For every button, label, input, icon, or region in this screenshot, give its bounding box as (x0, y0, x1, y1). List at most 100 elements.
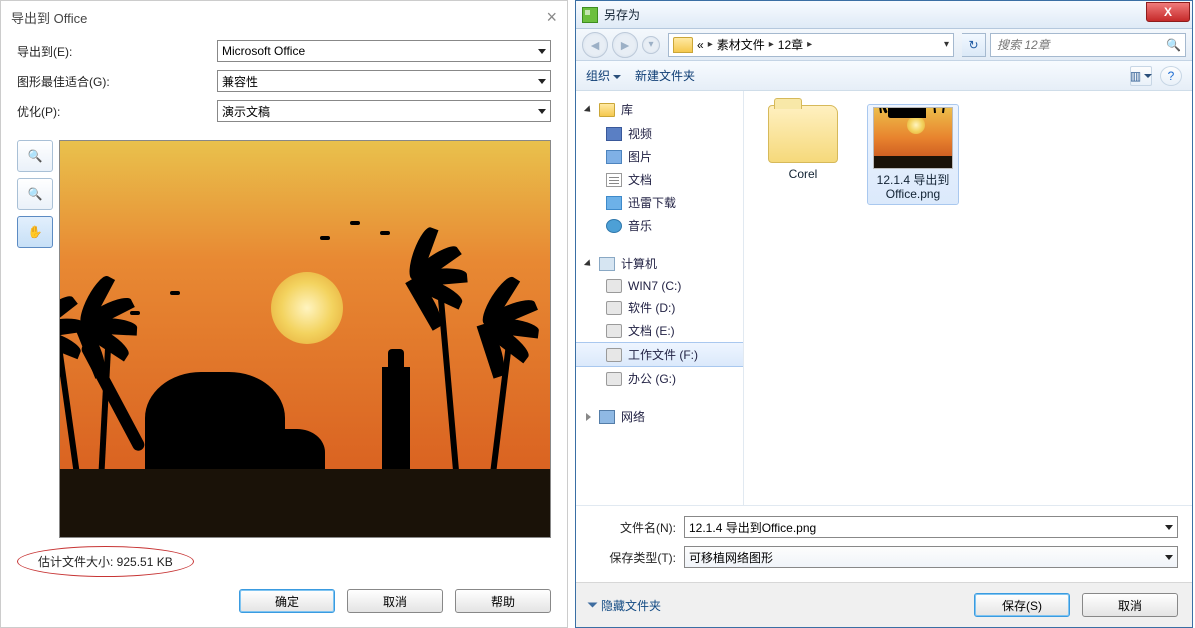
item-label: Corel (789, 167, 818, 181)
help-icon[interactable]: ? (1160, 66, 1182, 86)
label-optimize: 优化(P): (17, 103, 217, 120)
row-filetype: 保存类型(T): 可移植网络图形 (590, 546, 1178, 568)
nav-item-videos[interactable]: 视频 (576, 122, 743, 145)
estimated-size: 估计文件大小: 925.51 KB (17, 546, 194, 577)
search-input[interactable] (995, 37, 1166, 53)
hand-icon: ✋ (28, 225, 43, 239)
nav-item-drive-d[interactable]: 软件 (D:) (576, 296, 743, 319)
filename-value: 12.1.4 导出到Office.png (689, 519, 816, 536)
nav-item-xunlei[interactable]: 迅雷下载 (576, 191, 743, 214)
nav-libraries[interactable]: 库 (576, 97, 743, 122)
nav-pane: 库 视频 图片 文档 迅雷下载 音乐 计算机 WIN7 (C:) 软件 (D:)… (576, 91, 744, 505)
nav-item-drive-e[interactable]: 文档 (E:) (576, 319, 743, 342)
download-icon (606, 196, 622, 210)
hand-tool-button[interactable]: ✋ (17, 216, 53, 248)
nav-history-button[interactable]: ▾ (642, 36, 660, 54)
explorer-toolbar: 组织 新建文件夹 ▥ ? (576, 61, 1192, 91)
zoom-out-button[interactable]: 🔍 (17, 178, 53, 210)
close-icon[interactable]: × (546, 7, 557, 28)
search-box[interactable]: 🔍 (990, 33, 1186, 57)
item-folder-corel[interactable]: Corel (758, 105, 848, 181)
crumb-seg2[interactable]: 12章 (778, 36, 803, 53)
folder-icon (673, 37, 693, 53)
organize-menu[interactable]: 组织 (586, 67, 621, 84)
cancel-button[interactable]: 取消 (347, 589, 443, 613)
drive-icon (606, 279, 622, 293)
chevron-down-icon (538, 49, 546, 54)
ok-button[interactable]: 确定 (239, 589, 335, 613)
hide-folders-toggle[interactable]: 隐藏文件夹 (590, 597, 661, 614)
items-pane[interactable]: Corel 12.1.4 导出到Office.png (744, 91, 1192, 505)
dialog-title: 导出到 Office (11, 8, 87, 27)
document-icon (606, 173, 622, 187)
chevron-down-icon (613, 75, 621, 79)
label-best-fit: 图形最佳适合(G): (17, 73, 217, 90)
estimate-row: 估计文件大小: 925.51 KB (1, 544, 567, 589)
nav-item-pictures[interactable]: 图片 (576, 145, 743, 168)
combo-optimize[interactable]: 演示文稿 (217, 100, 551, 122)
drive-icon (606, 348, 622, 362)
preview-image[interactable] (59, 140, 551, 538)
chevron-down-icon (1165, 555, 1173, 560)
zoom-in-icon: 🔍 (28, 149, 43, 163)
save-buttons: 保存(S) 取消 (974, 593, 1178, 617)
chevron-up-icon (588, 603, 598, 608)
filetype-value: 可移植网络图形 (689, 549, 773, 566)
chevron-right-icon: ▸ (769, 39, 774, 50)
combo-export-to[interactable]: Microsoft Office (217, 40, 551, 62)
save-as-dialog: 另存为 X ◄ ► ▾ « ▸ 素材文件 ▸ 12章 ▸ ▾ ↻ 🔍 组织 新建… (575, 0, 1193, 628)
save-as-title: 另存为 (604, 6, 640, 23)
nav-back-button[interactable]: ◄ (582, 32, 608, 58)
export-form: 导出到(E): Microsoft Office 图形最佳适合(G): 兼容性 … (1, 34, 567, 130)
nav-network[interactable]: 网络 (576, 404, 743, 429)
nav-item-music[interactable]: 音乐 (576, 214, 743, 237)
drive-icon (606, 372, 622, 386)
explorer-body: 库 视频 图片 文档 迅雷下载 音乐 计算机 WIN7 (C:) 软件 (D:)… (576, 91, 1192, 505)
search-icon[interactable]: 🔍 (1166, 38, 1181, 52)
chevron-right-icon: ▸ (708, 39, 713, 50)
picture-icon (606, 150, 622, 164)
nav-item-drive-c[interactable]: WIN7 (C:) (576, 276, 743, 296)
chevron-down-icon (538, 79, 546, 84)
combo-optimize-value: 演示文稿 (222, 103, 270, 120)
nav-item-documents[interactable]: 文档 (576, 168, 743, 191)
nav-forward-button[interactable]: ► (612, 32, 638, 58)
nav-item-drive-g[interactable]: 办公 (G:) (576, 367, 743, 390)
library-icon (599, 103, 615, 117)
thumbnail-image (873, 107, 953, 169)
combo-export-to-value: Microsoft Office (222, 44, 305, 58)
folder-icon (768, 105, 838, 163)
window-close-button[interactable]: X (1146, 2, 1190, 22)
bottom-bar: 隐藏文件夹 保存(S) 取消 (576, 582, 1192, 627)
new-folder-button[interactable]: 新建文件夹 (635, 67, 695, 84)
filename-field[interactable]: 12.1.4 导出到Office.png (684, 516, 1178, 538)
refresh-button[interactable]: ↻ (962, 33, 986, 57)
row-best-fit: 图形最佳适合(G): 兼容性 (17, 70, 551, 92)
chevron-right-icon: ▸ (807, 39, 812, 50)
help-button[interactable]: 帮助 (455, 589, 551, 613)
save-as-titlebar: 另存为 X (576, 1, 1192, 29)
crumb-seg1[interactable]: 素材文件 (717, 36, 765, 53)
label-export-to: 导出到(E): (17, 43, 217, 60)
cancel-button[interactable]: 取消 (1082, 593, 1178, 617)
item-file-export-png[interactable]: 12.1.4 导出到Office.png (868, 105, 958, 204)
save-button[interactable]: 保存(S) (974, 593, 1070, 617)
combo-best-fit-value: 兼容性 (222, 73, 258, 90)
nav-computer[interactable]: 计算机 (576, 251, 743, 276)
computer-icon (599, 257, 615, 271)
address-bar[interactable]: « ▸ 素材文件 ▸ 12章 ▸ ▾ (668, 33, 954, 57)
view-options-button[interactable]: ▥ (1130, 66, 1152, 86)
chevron-down-icon[interactable]: ▾ (944, 39, 949, 50)
zoom-in-button[interactable]: 🔍 (17, 140, 53, 172)
network-icon (599, 410, 615, 424)
nav-item-drive-f[interactable]: 工作文件 (F:) (576, 342, 743, 367)
label-filename: 文件名(N): (590, 519, 676, 536)
crumb-prefix: « (697, 38, 704, 52)
row-filename: 文件名(N): 12.1.4 导出到Office.png (590, 516, 1178, 538)
chevron-down-icon[interactable] (1165, 525, 1173, 530)
filetype-dropdown[interactable]: 可移植网络图形 (684, 546, 1178, 568)
preview-area: 🔍 🔍 ✋ (1, 130, 567, 544)
zoom-out-icon: 🔍 (28, 187, 43, 201)
label-filetype: 保存类型(T): (590, 549, 676, 566)
combo-best-fit[interactable]: 兼容性 (217, 70, 551, 92)
